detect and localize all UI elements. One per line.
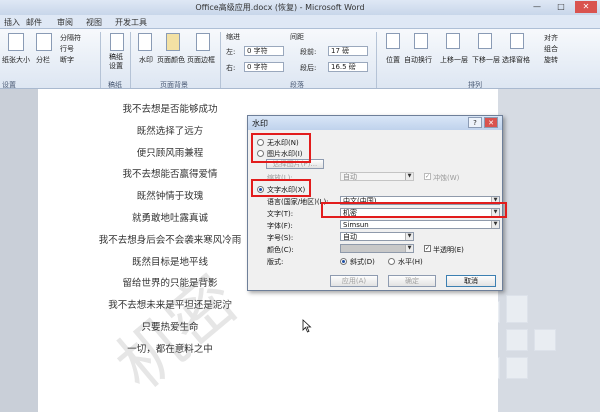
title-bar: Office高级应用.docx (恢复) - Microsoft Word — … [0,0,600,15]
scale-select[interactable]: 自动 ▼ [340,172,414,181]
indent-right-input[interactable]: 0 字符 [244,62,284,72]
horizontal-label: 水平(H) [398,258,423,266]
ribbon: 纸张大小 分栏 分隔符 行号 断字 设置 稿纸 设置 稿纸 水印 页面颜色 页面… [0,29,600,89]
cancel-button[interactable]: 取消 [446,275,496,287]
page-borders-icon [196,33,210,51]
separator [220,32,221,88]
font-select[interactable]: Simsun ▼ [340,220,500,229]
page-color-button[interactable]: 页面颜色 [157,55,185,65]
highlight-text-field [321,202,507,218]
tab-insert[interactable]: 插入 [4,17,20,28]
text-line: 一切，都在意料之中 [127,343,213,355]
text-line: 我不去想未来是平坦还是泥泞 [108,300,232,312]
highlight-picture-options [251,133,311,163]
manuscript-icon [110,33,124,51]
layout-label: 版式: [267,258,284,266]
spacing-header: 间距 [290,33,304,41]
text-label: 文字(T): [267,210,294,218]
line-numbers-button[interactable]: 行号 [60,44,74,54]
diagonal-label: 斜式(D) [350,258,375,266]
horizontal-radio[interactable] [388,258,395,265]
dialog-help-button[interactable]: ? [468,117,482,128]
indent-header: 缩进 [226,33,240,41]
manuscript-button[interactable]: 稿纸 设置 [109,53,123,71]
font-value: Simsun [343,221,369,229]
columns-button[interactable]: 分栏 [36,55,50,65]
washout-label: 冲蚀(W) [433,174,460,182]
breaks-button[interactable]: 分隔符 [60,33,81,43]
size-value: 自动 [343,233,357,241]
spacing-after-label: 段后: [300,64,317,72]
highlight-text-watermark [251,179,311,197]
dialog-title-bar: 水印 ? ✕ [248,116,502,130]
maximize-button[interactable]: □ [550,1,572,13]
color-label: 颜色(C): [267,246,294,254]
indent-right-label: 右: [226,64,236,72]
spacing-after-input[interactable]: 16.5 磅 [328,62,368,72]
size-label: 字号(S): [267,234,294,242]
dialog-title: 水印 [252,119,268,128]
decorative-tile [506,357,528,379]
decorative-tile [506,295,528,323]
send-backward-icon [478,33,492,49]
dropdown-arrow-icon: ▼ [491,221,499,228]
left-margin-area [0,89,38,412]
language-label: 语言(国家/地区)(L): [267,198,329,206]
separator [376,32,377,88]
position-button[interactable]: 位置 [386,55,400,65]
ok-button[interactable]: 确定 [388,275,436,287]
diagonal-radio[interactable] [340,258,347,265]
text-line: 只要热爱生命 [141,321,199,333]
decorative-tile [534,329,556,351]
paper-size-icon [8,33,24,51]
separator [130,32,131,88]
columns-icon [36,33,52,51]
hyphenation-button[interactable]: 断字 [60,55,74,65]
color-select[interactable]: ▼ [340,244,414,253]
indent-left-input[interactable]: 0 字符 [244,46,284,56]
tab-review[interactable]: 审阅 [57,17,73,28]
bring-forward-button[interactable]: 上移一层 [440,55,468,65]
send-backward-button[interactable]: 下移一层 [472,55,500,65]
window-title: Office高级应用.docx (恢复) - Microsoft Word [195,3,365,12]
paper-size-button[interactable]: 纸张大小 [2,55,30,65]
tab-mailings[interactable]: 邮件 [26,17,42,28]
wrap-text-icon [414,33,428,49]
rotate-button[interactable]: 旋转 [544,55,558,65]
page-color-icon [166,33,180,51]
align-button[interactable]: 对齐 [544,33,558,43]
selection-pane-icon [510,33,524,49]
decorative-tile [506,329,528,351]
page-borders-button[interactable]: 页面边框 [187,55,215,65]
minimize-button[interactable]: — [526,1,548,13]
watermark-button[interactable]: 水印 [139,55,153,65]
dropdown-arrow-icon: ▼ [405,233,413,240]
semitransparent-label: 半透明(E) [433,246,464,254]
spacing-before-label: 段前: [300,48,317,56]
semitransparent-checkbox[interactable]: ✓ [424,245,431,252]
bring-forward-icon [446,33,460,49]
dialog-close-button[interactable]: ✕ [484,117,498,128]
wrap-text-button[interactable]: 自动换行 [404,55,432,65]
separator [100,32,101,88]
group-button[interactable]: 组合 [544,44,558,54]
tab-view[interactable]: 视图 [86,17,102,28]
washout-checkbox[interactable]: ✓ [424,173,431,180]
watermark-icon [138,33,152,51]
dropdown-arrow-icon: ▼ [405,245,413,252]
tab-developer[interactable]: 开发工具 [115,17,147,28]
selection-pane-button[interactable]: 选择窗格 [502,55,530,65]
spacing-before-input[interactable]: 17 磅 [328,46,368,56]
font-label: 字体(F): [267,222,293,230]
mouse-cursor-icon [302,319,312,333]
size-select[interactable]: 自动 ▼ [340,232,414,241]
close-button[interactable]: ✕ [575,1,597,13]
position-icon [386,33,400,49]
ribbon-tabs: 插入 邮件 审阅 视图 开发工具 [0,15,600,29]
scale-value: 自动 [343,173,357,181]
right-margin-area [450,89,600,412]
apply-button[interactable]: 应用(A) [330,275,378,287]
indent-left-label: 左: [226,48,236,56]
dropdown-arrow-icon: ▼ [405,173,413,180]
